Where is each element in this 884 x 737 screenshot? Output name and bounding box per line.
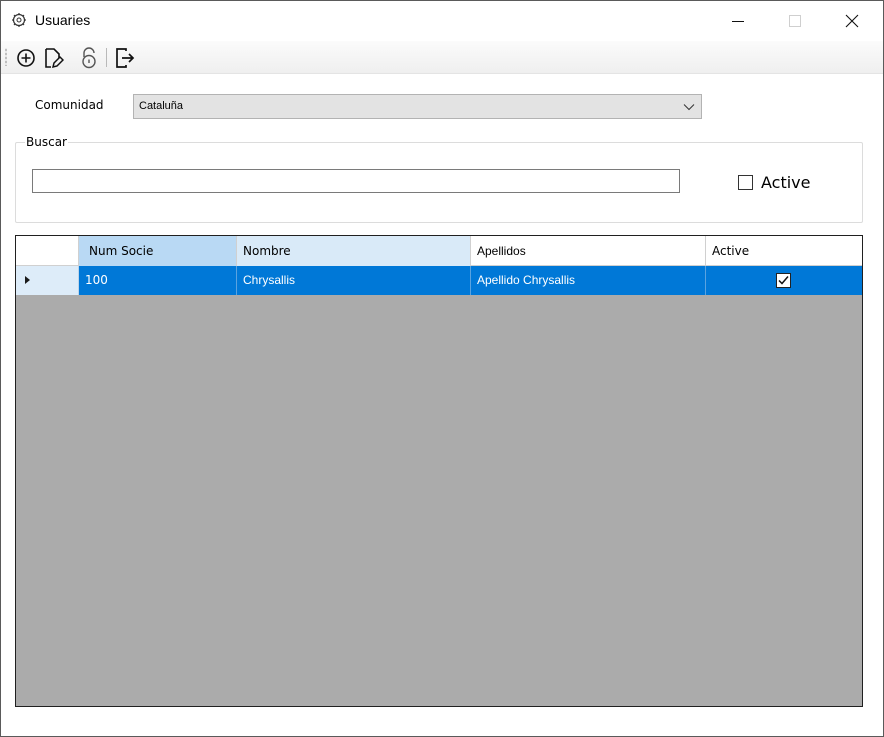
title-bar[interactable]: Usuaries bbox=[1, 1, 883, 41]
window-title: Usuaries bbox=[35, 12, 91, 28]
active-filter-checkbox[interactable] bbox=[738, 175, 753, 190]
minimize-button[interactable] bbox=[715, 1, 761, 41]
maximize-icon bbox=[789, 15, 801, 27]
add-button[interactable] bbox=[14, 46, 38, 70]
column-header-num-socie[interactable]: Num Socie bbox=[79, 236, 237, 266]
toolbar bbox=[1, 41, 883, 74]
checkmark-icon bbox=[778, 276, 789, 285]
unlock-icon bbox=[82, 47, 96, 69]
exit-icon bbox=[116, 48, 135, 68]
cell-apellidos[interactable]: Apellido Chrysallis bbox=[471, 266, 706, 295]
usuaries-window: Usuaries Comunidad Cataluña Buscar Activ… bbox=[0, 0, 884, 737]
close-button[interactable] bbox=[829, 1, 875, 41]
comunidad-selected-value: Cataluña bbox=[139, 100, 184, 112]
row-header-corner[interactable] bbox=[16, 236, 79, 266]
exit-button[interactable] bbox=[113, 46, 137, 70]
chevron-down-icon bbox=[683, 104, 695, 111]
buscar-label: Buscar bbox=[25, 135, 68, 149]
cell-num-socie[interactable]: 100 bbox=[79, 266, 237, 295]
edit-document-icon bbox=[45, 48, 64, 69]
search-input[interactable] bbox=[32, 169, 680, 193]
column-header-nombre[interactable]: Nombre bbox=[237, 236, 471, 266]
grid-header: Num Socie Nombre Apellidos Active bbox=[16, 236, 862, 266]
unlock-button[interactable] bbox=[77, 46, 101, 70]
minimize-icon bbox=[732, 21, 744, 22]
table-row[interactable]: 100 Chrysallis Apellido Chrysallis bbox=[16, 266, 862, 295]
maximize-button[interactable] bbox=[772, 1, 818, 41]
cell-nombre[interactable]: Chrysallis bbox=[237, 266, 471, 295]
app-icon bbox=[12, 13, 26, 27]
active-cell-checkbox[interactable] bbox=[776, 273, 791, 288]
toolbar-grip[interactable] bbox=[5, 48, 7, 66]
row-header[interactable] bbox=[16, 266, 79, 295]
close-icon bbox=[845, 14, 859, 28]
users-grid[interactable]: Num Socie Nombre Apellidos Active 100 Ch… bbox=[15, 235, 863, 707]
column-header-apellidos[interactable]: Apellidos bbox=[471, 236, 706, 266]
comunidad-label: Comunidad bbox=[35, 98, 104, 112]
edit-button[interactable] bbox=[41, 46, 65, 70]
cell-active[interactable] bbox=[706, 266, 862, 295]
active-filter-label[interactable]: Active bbox=[761, 173, 811, 192]
column-header-active[interactable]: Active bbox=[706, 236, 862, 266]
add-circle-icon bbox=[17, 49, 35, 67]
comunidad-select[interactable]: Cataluña bbox=[133, 94, 702, 119]
toolbar-separator bbox=[106, 48, 107, 67]
current-row-arrow-icon bbox=[25, 276, 30, 284]
